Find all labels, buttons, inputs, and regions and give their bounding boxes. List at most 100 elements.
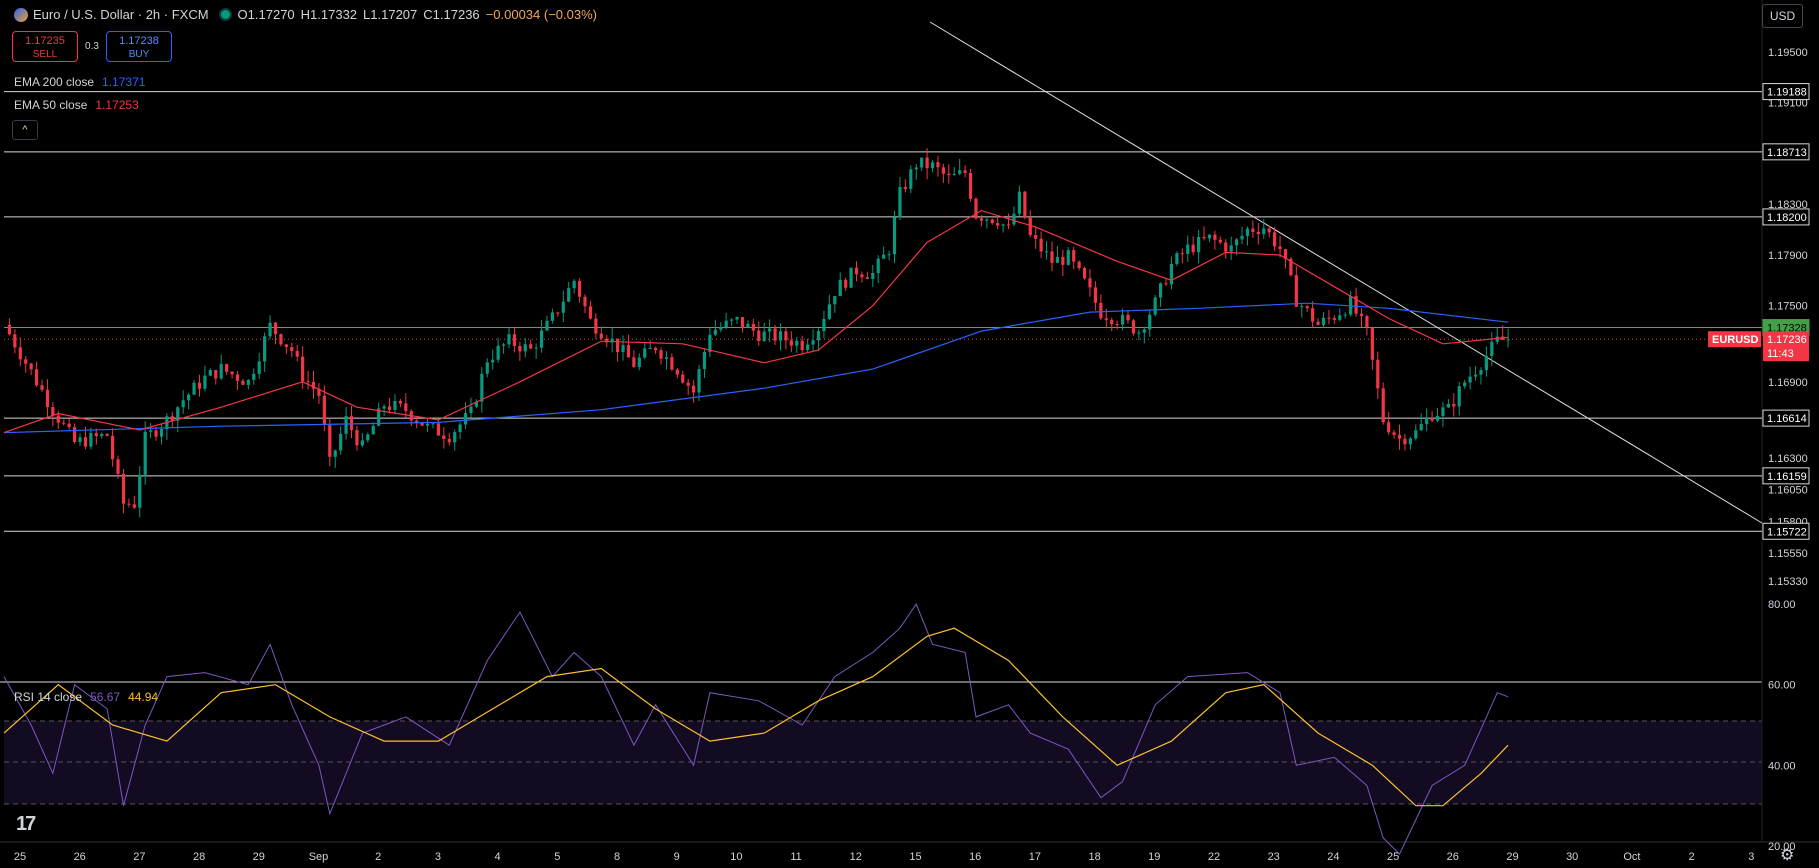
candle-body	[83, 437, 88, 447]
sell-price: 1.17235	[25, 35, 65, 47]
price-level-tag[interactable]: 1.19188	[1762, 83, 1810, 101]
candle-body	[740, 317, 745, 328]
time-tick-label: 16	[969, 851, 981, 863]
candle-body	[214, 370, 218, 379]
candle-body	[920, 157, 924, 168]
candle-body	[539, 330, 544, 348]
price-chart[interactable]: 1.195001.191001.183001.179001.175001.169…	[0, 0, 1819, 868]
candle-body	[1473, 374, 1478, 377]
candle-body	[1468, 376, 1472, 383]
sell-label: SELL	[32, 49, 58, 60]
buy-button[interactable]: 1.17238 BUY	[106, 31, 172, 62]
candle-body	[1457, 386, 1461, 407]
candle-body	[545, 320, 549, 331]
candle-body	[154, 430, 158, 437]
price-tick-label: 1.17900	[1768, 250, 1808, 262]
candle-body	[681, 374, 685, 383]
candle-body	[7, 324, 12, 335]
candle-body	[1034, 235, 1038, 239]
candle-body	[925, 157, 929, 169]
candle-body	[963, 170, 967, 173]
price-level-tag[interactable]: 1.15722	[1762, 522, 1810, 540]
time-tick-label: 11	[790, 851, 801, 863]
candle-body	[1213, 234, 1217, 240]
price-level-tag-text: 1.18200	[1767, 212, 1807, 224]
candle-body	[51, 407, 55, 416]
candle-body	[1387, 422, 1391, 433]
candle-body	[985, 219, 989, 221]
candle-body	[1430, 417, 1434, 421]
candle-body	[1300, 306, 1304, 308]
spread-value: 0.3	[85, 41, 99, 52]
candle-body	[773, 328, 777, 341]
candle-body	[219, 364, 223, 379]
candle-body	[941, 167, 945, 174]
currency-button[interactable]: USD	[1762, 4, 1803, 28]
candle-body	[1207, 234, 1212, 239]
candle-body	[143, 431, 147, 475]
time-tick-label: 23	[1268, 851, 1280, 863]
candle-body	[1397, 434, 1402, 439]
ema200-legend[interactable]: EMA 200 close 1.17371	[14, 75, 145, 89]
candle-body	[523, 344, 527, 352]
candle-body	[1039, 238, 1043, 252]
time-tick-label: 19	[1148, 851, 1160, 863]
candle-body	[724, 320, 728, 328]
symbol-title[interactable]: Euro / U.S. Dollar · 2h · FXCM	[33, 7, 209, 22]
candle-body	[795, 340, 799, 346]
candle-body	[1278, 246, 1282, 250]
candle-body	[62, 422, 66, 424]
candle-body	[111, 435, 115, 460]
rsi-tick-label: 80.00	[1768, 599, 1796, 611]
candle-body	[436, 423, 440, 436]
candle-body	[892, 217, 897, 255]
candle-body	[360, 440, 364, 446]
price-level-tag-text: 1.19188	[1767, 87, 1807, 99]
candle-body	[1262, 228, 1266, 235]
candle-body	[778, 331, 783, 341]
price-level-tag[interactable]: 1.16159	[1762, 467, 1810, 485]
price-tick-label: 1.19500	[1768, 47, 1808, 59]
tradingview-logo-icon[interactable]: 17	[16, 813, 36, 836]
time-tick-label: 29	[253, 851, 265, 863]
candle-body	[203, 375, 207, 389]
time-tick-label: 18	[1088, 851, 1100, 863]
candle-body	[1153, 297, 1157, 315]
ema50-legend[interactable]: EMA 50 close 1.17253	[14, 98, 139, 112]
candle-body	[1506, 339, 1510, 341]
candle-body	[958, 170, 962, 174]
candle-body	[480, 373, 484, 402]
candle-body	[339, 433, 343, 451]
settings-gear-icon[interactable]: ⚙	[1780, 845, 1794, 865]
candle-body	[1240, 235, 1244, 240]
candle-body	[952, 173, 956, 176]
price-level-tag[interactable]: 1.16614	[1762, 409, 1810, 427]
candle-body	[67, 423, 71, 428]
candle-body	[1484, 355, 1488, 371]
time-tick-label: 12	[850, 851, 862, 863]
time-tick-label: 15	[909, 851, 921, 863]
collapse-legend-button[interactable]: ^	[12, 120, 38, 140]
market-status-icon[interactable]	[220, 10, 230, 19]
candle-body	[1006, 224, 1011, 226]
rsi-tick-label: 60.00	[1768, 680, 1796, 692]
buy-label: BUY	[128, 49, 150, 60]
candle-body	[1126, 314, 1130, 321]
rsi-legend[interactable]: RSI 14 close 56.67 44.94	[14, 690, 158, 704]
rsi-label: RSI 14 close	[14, 690, 83, 704]
candle-body	[442, 435, 446, 439]
ohlc-close: C1.17236	[423, 7, 480, 22]
candle-body	[1001, 224, 1005, 226]
candle	[1175, 251, 1179, 267]
candle-body	[806, 344, 810, 350]
time-tick-label: 4	[495, 851, 501, 863]
sell-button[interactable]: 1.17235 SELL	[12, 31, 78, 62]
price-level-tag[interactable]: 1.18713	[1762, 143, 1810, 161]
candle-body	[431, 423, 435, 425]
candle-body	[1376, 359, 1380, 389]
price-level-tag[interactable]: 1.18200	[1762, 208, 1810, 226]
candle-body	[45, 389, 50, 408]
candle-body	[1316, 321, 1320, 325]
candle-body	[1294, 275, 1298, 307]
candle-body	[279, 334, 283, 345]
